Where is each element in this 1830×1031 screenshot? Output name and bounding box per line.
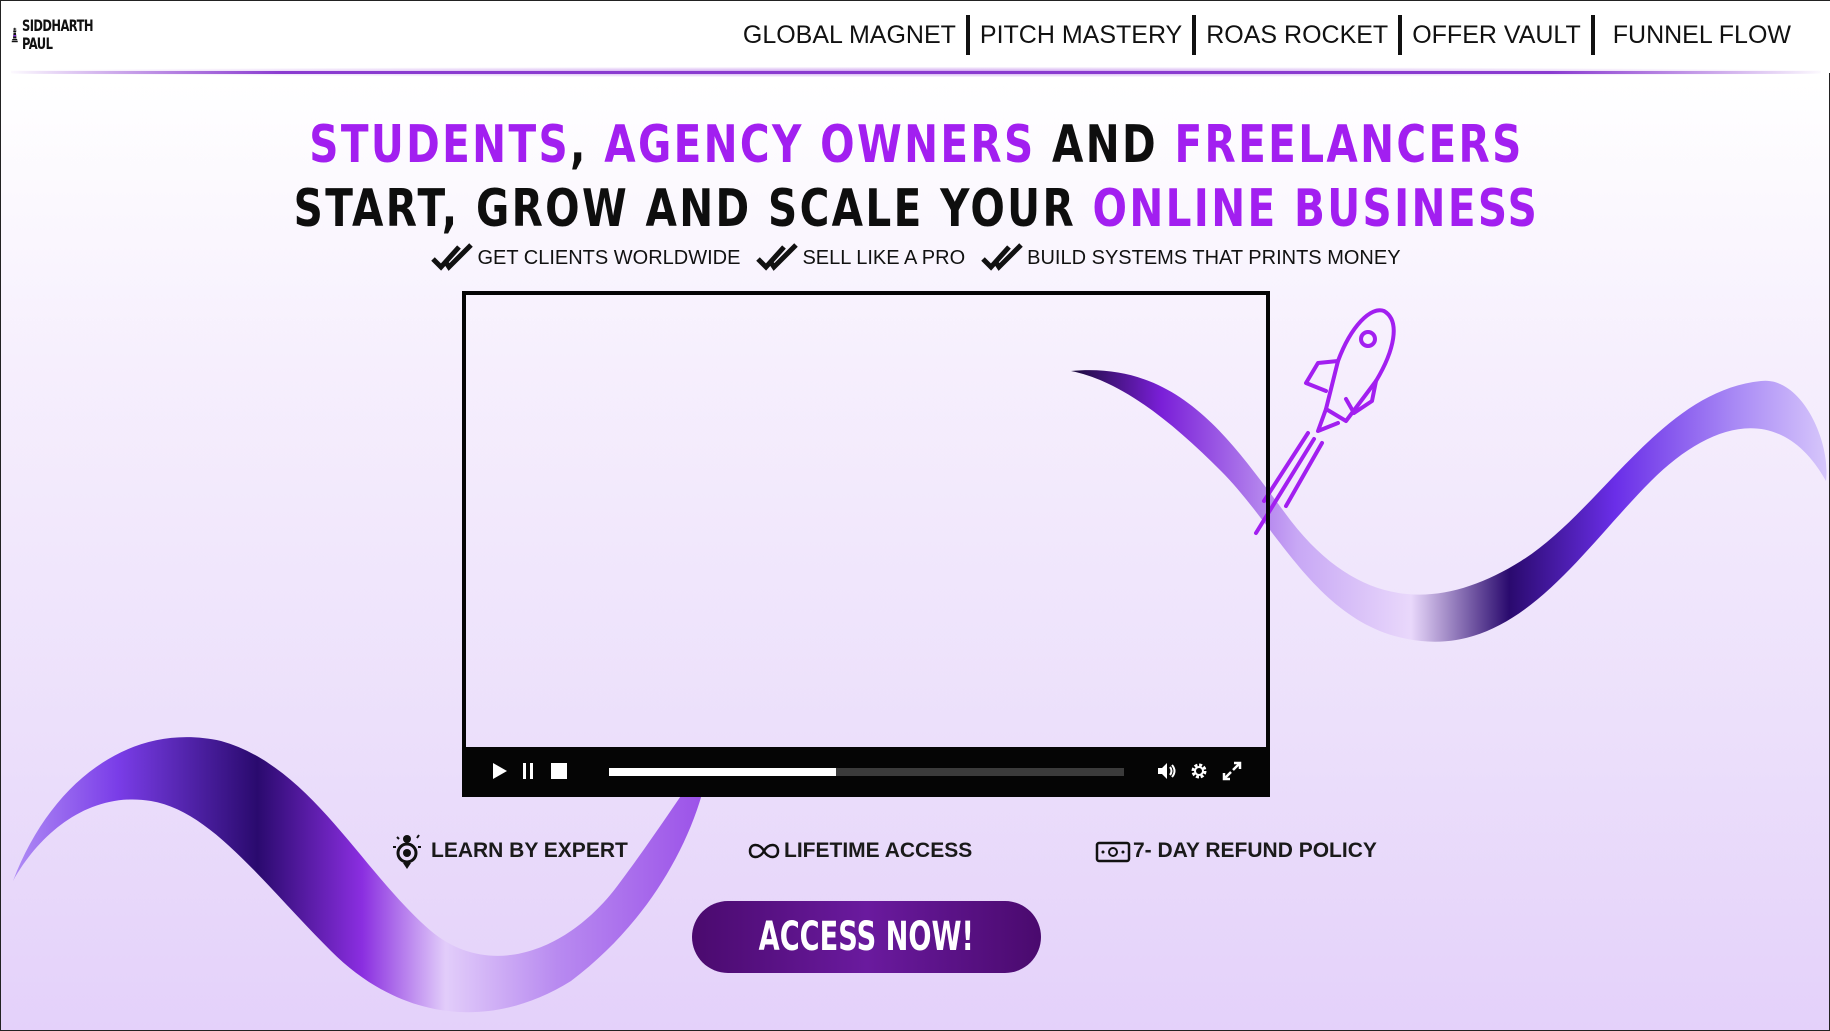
video-progress-bar[interactable] xyxy=(609,768,1124,776)
feature-item: SELL LIKE A PRO xyxy=(756,243,965,273)
feature-item: GET CLIENTS WORLDWIDE xyxy=(431,243,740,273)
headline-line2: START, GROW AND SCALE YOUR ONLINE BUSINE… xyxy=(1,179,1830,239)
headline-and: AND xyxy=(1035,115,1175,175)
money-icon xyxy=(1095,841,1131,863)
benefit-label: LIFETIME ACCESS xyxy=(784,839,973,862)
benefit-item: LEARN BY EXPERT xyxy=(389,831,628,871)
headline-students: STUDENTS xyxy=(308,115,570,175)
header-divider xyxy=(11,71,1821,74)
volume-icon[interactable] xyxy=(1157,762,1177,780)
main-nav: GLOBAL MAGNET PITCH MASTERY ROAS ROCKET … xyxy=(733,15,1801,55)
play-icon[interactable] xyxy=(492,762,508,780)
logo-line2: PAUL xyxy=(22,34,53,53)
nav-offer-vault[interactable]: OFFER VAULT xyxy=(1402,15,1591,55)
nav-global-magnet[interactable]: GLOBAL MAGNET xyxy=(733,15,966,55)
headline-line1: STUDENTS, AGENCY OWNERS AND FREELANCERS xyxy=(1,115,1830,175)
stop-icon[interactable] xyxy=(550,762,568,780)
benefit-item: LIFETIME ACCESS xyxy=(746,831,972,871)
double-check-icon xyxy=(981,243,1023,271)
feature-item: BUILD SYSTEMS THAT PRINTS MONEY xyxy=(981,243,1401,273)
headline-sep: , xyxy=(569,115,604,175)
nav-funnel-flow[interactable]: FUNNEL FLOW xyxy=(1595,15,1801,55)
video-player[interactable] xyxy=(462,291,1270,797)
logo-text: SIDDHARTH PAUL xyxy=(22,16,94,53)
access-now-label: ACCESS NOW! xyxy=(758,914,975,960)
double-check-icon xyxy=(756,243,799,271)
headline-online-business: ONLINE BUSINESS xyxy=(1092,179,1539,239)
pause-icon[interactable] xyxy=(522,762,534,780)
double-check-icon xyxy=(431,243,474,271)
feature-label: SELL LIKE A PRO xyxy=(802,246,966,269)
feature-label: GET CLIENTS WORLDWIDE xyxy=(477,246,741,269)
video-progress-fill xyxy=(609,768,836,776)
nav-roas-rocket[interactable]: ROAS ROCKET xyxy=(1196,15,1398,55)
benefit-item: 7- DAY REFUND POLICY xyxy=(1095,831,1377,871)
video-controls xyxy=(462,747,1270,797)
fullscreen-icon[interactable] xyxy=(1222,761,1242,781)
site-logo[interactable]: SIDDHARTH PAUL xyxy=(11,5,121,65)
expert-badge-icon xyxy=(393,834,421,869)
nav-pitch-mastery[interactable]: PITCH MASTERY xyxy=(970,15,1192,55)
logo-line1: SIDDHARTH xyxy=(22,16,94,35)
site-header: SIDDHARTH PAUL GLOBAL MAGNET PITCH MASTE… xyxy=(1,1,1830,73)
feature-label: BUILD SYSTEMS THAT PRINTS MONEY xyxy=(1027,246,1401,269)
settings-icon[interactable] xyxy=(1190,762,1208,780)
headline-start-grow: START, GROW AND SCALE YOUR xyxy=(293,179,1093,239)
chess-king-icon xyxy=(11,27,18,43)
benefit-label: 7- DAY REFUND POLICY xyxy=(1133,839,1377,862)
headline-agency-owners: AGENCY OWNERS xyxy=(603,115,1036,175)
benefit-label: LEARN BY EXPERT xyxy=(431,839,628,862)
feature-list: GET CLIENTS WORLDWIDE SELL LIKE A PRO BU… xyxy=(1,243,1830,273)
access-now-button[interactable]: ACCESS NOW! xyxy=(692,901,1041,973)
headline-freelancers: FREELANCERS xyxy=(1174,115,1524,175)
infinity-icon xyxy=(748,843,780,859)
